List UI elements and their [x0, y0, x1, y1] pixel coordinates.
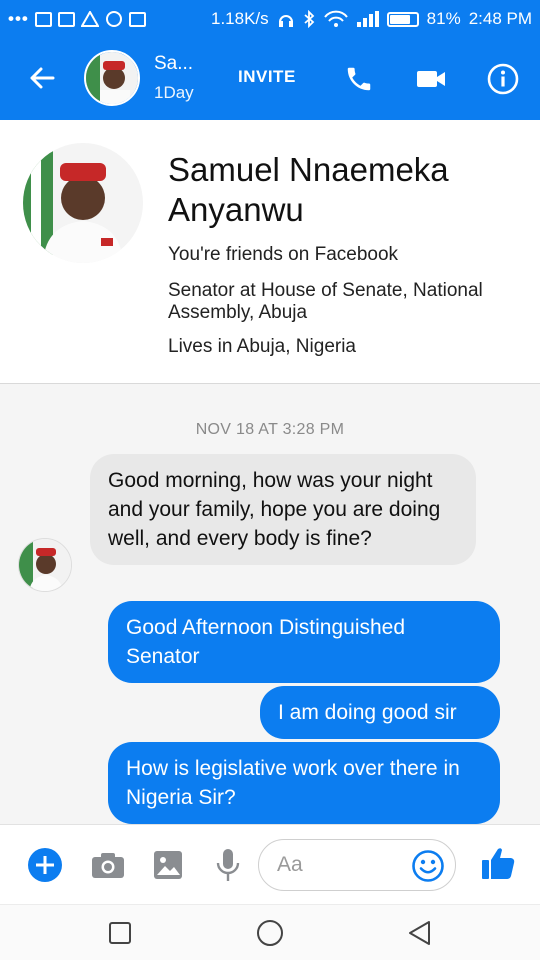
- outgoing-message[interactable]: Good Afternoon Distinguished Senator: [108, 601, 500, 683]
- headphones-icon: [278, 15, 293, 27]
- info-icon: [487, 63, 519, 95]
- friendship-status: You're friends on Facebook: [168, 244, 399, 265]
- outgoing-message[interactable]: I am doing good sir: [260, 686, 500, 739]
- wifi-icon: [323, 10, 348, 27]
- circle-icon: [257, 920, 283, 946]
- sender-avatar-image: [19, 539, 71, 591]
- thumbs-up-icon: [482, 848, 515, 879]
- location-info: Lives in Abuja, Nigeria: [168, 336, 356, 357]
- message-timestamp: NOV 18 AT 3:28 PM: [195, 421, 345, 438]
- profile-card: Samuel Nnaemeka Anyanwu You're friends o…: [0, 120, 540, 384]
- status-bar: ••• 1.18K/s 81% 2:48 PM: [0, 0, 540, 38]
- phone-icon: [347, 67, 371, 91]
- triangle-back-icon: [409, 921, 430, 945]
- back-arrow-icon: [30, 67, 55, 89]
- gallery-button[interactable]: [148, 845, 188, 885]
- recents-button[interactable]: [106, 919, 134, 947]
- active-status: 1Day: [154, 83, 194, 102]
- image-icon: [154, 851, 182, 879]
- call-button[interactable]: [340, 60, 378, 98]
- camera-button[interactable]: [88, 845, 128, 885]
- more-actions-button[interactable]: [25, 845, 65, 885]
- profile-photo[interactable]: [23, 143, 143, 263]
- battery-percent: 81%: [426, 9, 461, 28]
- plus-icon: [28, 848, 62, 882]
- signal-icon: [356, 11, 379, 27]
- like-button[interactable]: [478, 843, 518, 883]
- square-icon: [109, 922, 131, 944]
- warning-icon: [80, 11, 99, 27]
- notification-icons: •••: [0, 9, 146, 29]
- message-input-wrapper[interactable]: [258, 839, 456, 891]
- work-info: Senator at House of Senate, National Ass…: [168, 280, 483, 323]
- network-speed: 1.18K/s: [211, 9, 269, 28]
- message-input[interactable]: [277, 850, 407, 880]
- profile-photo-image: [23, 143, 143, 263]
- emoji-icon[interactable]: [411, 849, 445, 883]
- incoming-message[interactable]: Good morning, how was your night and you…: [90, 454, 476, 565]
- system-navigation-bar: [0, 904, 540, 960]
- mail-icon: [34, 11, 52, 27]
- invite-button[interactable]: INVITE: [238, 67, 296, 87]
- profile-name: Samuel Nnaemeka Anyanwu: [168, 151, 449, 228]
- contact-name[interactable]: Sa...: [154, 53, 193, 75]
- more-notifications-icon: •••: [8, 9, 29, 28]
- contact-avatar[interactable]: [84, 50, 140, 106]
- avatar-image: [86, 52, 138, 104]
- clock: 2:48 PM: [468, 9, 532, 28]
- bluetooth-icon: [304, 10, 314, 28]
- video-call-button[interactable]: [412, 60, 450, 98]
- back-button[interactable]: [24, 60, 60, 96]
- video-camera-icon: [417, 71, 445, 87]
- camera-icon: [92, 853, 124, 878]
- sender-avatar[interactable]: [18, 538, 72, 592]
- shirt-icon: [57, 11, 75, 27]
- back-nav-button[interactable]: [406, 919, 434, 947]
- info-button[interactable]: [484, 60, 522, 98]
- message-composer: [0, 824, 540, 904]
- home-button[interactable]: [256, 919, 284, 947]
- whatsapp-icon: [105, 11, 122, 27]
- microphone-icon: [216, 849, 240, 881]
- battery-icon: [386, 11, 419, 27]
- outgoing-message[interactable]: How is legislative work over there in Ni…: [108, 742, 500, 824]
- voice-button[interactable]: [208, 845, 248, 885]
- image-notification-icon: [128, 11, 146, 27]
- status-right: 1.18K/s 81% 2:48 PM: [211, 9, 532, 29]
- conversation-header: Sa... 1Day INVITE: [0, 38, 540, 120]
